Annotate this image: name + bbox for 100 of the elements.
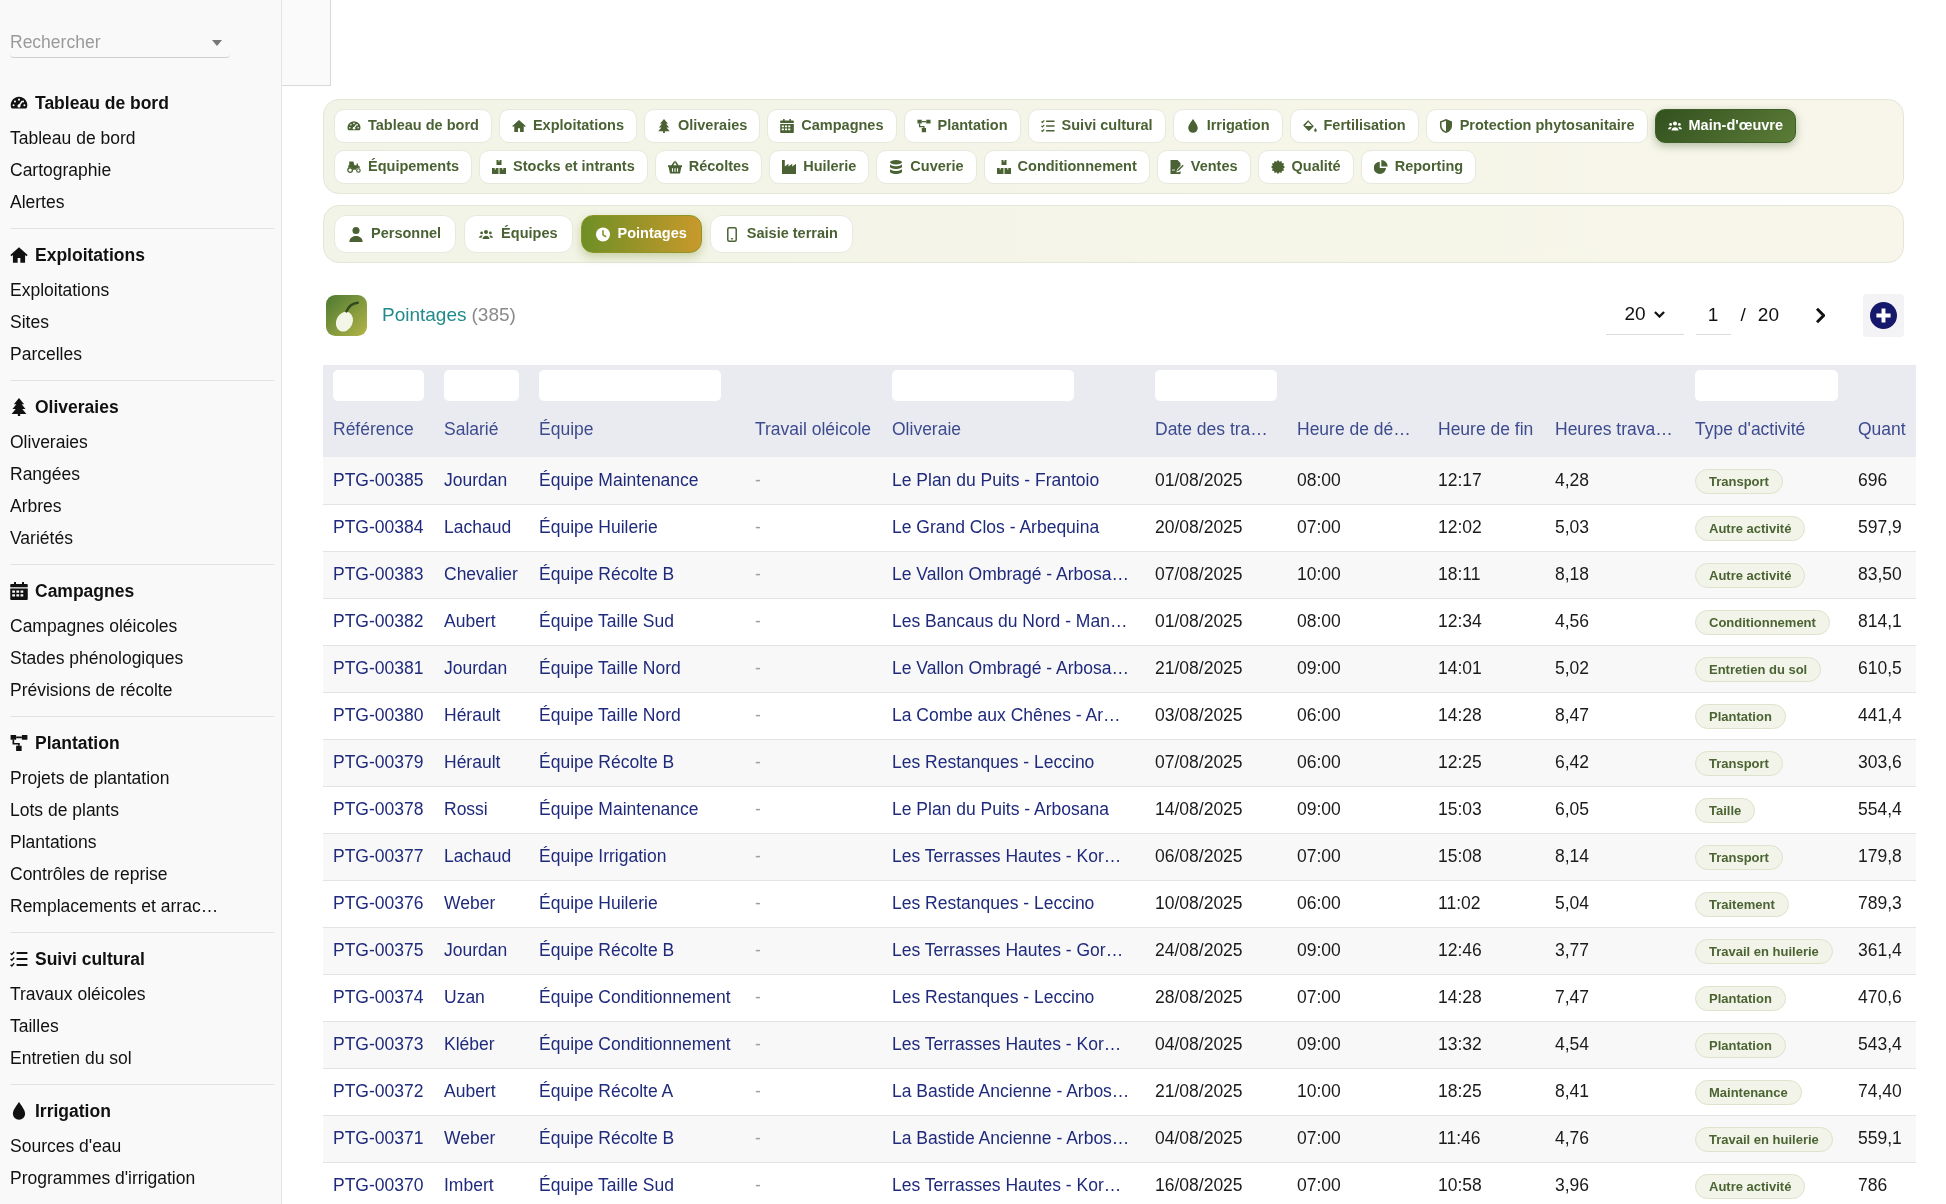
page-size-select[interactable]: 20	[1605, 295, 1684, 335]
sidebar-link[interactable]: Alertes	[10, 186, 65, 218]
sidebar-link[interactable]: Rangées	[10, 458, 81, 490]
reference-link[interactable]: PTG-00371	[333, 1128, 424, 1149]
team-link[interactable]: Équipe Récolte B	[539, 564, 675, 585]
employee-link[interactable]: Weber	[444, 1128, 496, 1149]
reference-link[interactable]: PTG-00379	[333, 752, 424, 773]
team-link[interactable]: Équipe Taille Nord	[539, 705, 681, 726]
sidebar-link[interactable]: Prévisions de récolte	[10, 674, 173, 706]
reference-link[interactable]: PTG-00375	[333, 940, 424, 961]
sidebar-link[interactable]: Tailles	[10, 1010, 59, 1042]
sidebar-link[interactable]: Travaux oléicoles	[10, 978, 146, 1010]
grove-link[interactable]: Les Restanques - Leccino	[892, 893, 1095, 914]
sidebar-link[interactable]: Campagnes oléicoles	[10, 610, 178, 642]
team-link[interactable]: Équipe Taille Sud	[539, 611, 674, 632]
employee-link[interactable]: Aubert	[444, 1081, 496, 1102]
module-tab[interactable]: Fertilisation	[1289, 109, 1419, 143]
team-link[interactable]: Équipe Récolte B	[539, 1128, 675, 1149]
team-link[interactable]: Équipe Récolte B	[539, 752, 675, 773]
module-tab[interactable]: Main-d'œuvre	[1654, 109, 1796, 143]
reference-link[interactable]: PTG-00382	[333, 611, 424, 632]
team-link[interactable]: Équipe Récolte A	[539, 1081, 674, 1102]
module-tab[interactable]: Plantation	[903, 109, 1021, 143]
reference-link[interactable]: PTG-00378	[333, 799, 424, 820]
sub-tab[interactable]: Équipes	[464, 215, 573, 253]
team-link[interactable]: Équipe Huilerie	[539, 893, 658, 914]
team-link[interactable]: Équipe Huilerie	[539, 517, 658, 538]
reference-link[interactable]: PTG-00373	[333, 1034, 424, 1055]
reference-link[interactable]: PTG-00374	[333, 987, 424, 1008]
team-link[interactable]: Équipe Conditionnement	[539, 1034, 731, 1055]
employee-link[interactable]: Jourdan	[444, 470, 508, 491]
sub-tab[interactable]: Saisie terrain	[709, 215, 853, 253]
grove-link[interactable]: Les Terrasses Hautes - Kor…	[892, 1034, 1122, 1055]
sidebar-link[interactable]: Oliveraies	[10, 426, 88, 458]
grove-link[interactable]: Le Grand Clos - Arbequina	[892, 517, 1100, 538]
grove-link[interactable]: Les Terrasses Hautes - Kor…	[892, 1175, 1122, 1196]
grove-link[interactable]: Le Vallon Ombragé - Arbosa…	[892, 658, 1130, 679]
next-page-button[interactable]	[1815, 306, 1825, 324]
reference-link[interactable]: PTG-00380	[333, 705, 424, 726]
module-tab[interactable]: Irrigation	[1172, 109, 1283, 143]
employee-link[interactable]: Hérault	[444, 752, 501, 773]
sidebar-link[interactable]: Sources d'eau	[10, 1130, 122, 1162]
module-tab[interactable]: Oliveraies	[643, 109, 761, 143]
add-button[interactable]	[1863, 293, 1904, 337]
employee-link[interactable]: Kléber	[444, 1034, 495, 1055]
grove-link[interactable]: Les Terrasses Hautes - Gor…	[892, 940, 1124, 961]
sidebar-link[interactable]: Remplacements et arrac…	[10, 890, 219, 922]
grove-link[interactable]: La Combe aux Chênes - Ar…	[892, 705, 1121, 726]
module-tab[interactable]: Exploitations	[498, 109, 637, 143]
employee-link[interactable]: Hérault	[444, 705, 501, 726]
reference-link[interactable]: PTG-00376	[333, 893, 424, 914]
module-tab[interactable]: Reporting	[1360, 150, 1477, 184]
employee-link[interactable]: Aubert	[444, 611, 496, 632]
sidebar-link[interactable]: Lots de plants	[10, 794, 119, 826]
module-tab[interactable]: Suivi cultural	[1027, 109, 1166, 143]
module-tab[interactable]: Tableau de bord	[334, 109, 492, 143]
sub-tab[interactable]: Personnel	[334, 215, 457, 253]
reference-link[interactable]: PTG-00381	[333, 658, 424, 679]
module-tab[interactable]: Récoltes	[654, 150, 763, 184]
employee-link[interactable]: Uzan	[444, 987, 485, 1008]
employee-link[interactable]: Rossi	[444, 799, 488, 820]
employee-link[interactable]: Jourdan	[444, 940, 508, 961]
module-tab[interactable]: Cuverie	[876, 150, 977, 184]
sidebar-link[interactable]: Programmes d'irrigation	[10, 1162, 196, 1194]
team-link[interactable]: Équipe Taille Nord	[539, 658, 681, 679]
grove-link[interactable]: Le Plan du Puits - Arbosana	[892, 799, 1109, 820]
module-tab[interactable]: Qualité	[1257, 150, 1354, 184]
module-tab[interactable]: Stocks et intrants	[479, 150, 648, 184]
reference-link[interactable]: PTG-00372	[333, 1081, 424, 1102]
module-tab[interactable]: Campagnes	[767, 109, 897, 143]
team-link[interactable]: Équipe Irrigation	[539, 846, 667, 867]
sidebar-link[interactable]: Entretien du sol	[10, 1042, 132, 1074]
employee-link[interactable]: Imbert	[444, 1175, 494, 1196]
sidebar-link[interactable]: Tableau de bord	[10, 122, 136, 154]
module-tab[interactable]: Huilerie	[769, 150, 870, 184]
module-tab[interactable]: Protection phytosanitaire	[1425, 109, 1648, 143]
module-tab[interactable]: Équipements	[334, 150, 473, 184]
grove-link[interactable]: Le Vallon Ombragé - Arbosa…	[892, 564, 1130, 585]
team-link[interactable]: Équipe Maintenance	[539, 470, 699, 491]
sidebar-link[interactable]: Variétés	[10, 522, 73, 554]
grove-link[interactable]: Les Restanques - Leccino	[892, 752, 1095, 773]
search-field[interactable]: Rechercher	[10, 27, 230, 58]
sidebar-link[interactable]: Arbres	[10, 490, 62, 522]
team-link[interactable]: Équipe Maintenance	[539, 799, 699, 820]
sidebar-link[interactable]: Contrôles de reprise	[10, 858, 168, 890]
grove-link[interactable]: Les Restanques - Leccino	[892, 987, 1095, 1008]
sidebar-link[interactable]: Sites	[10, 306, 49, 338]
sidebar-link[interactable]: Exploitations	[10, 274, 110, 306]
team-link[interactable]: Équipe Taille Sud	[539, 1175, 674, 1196]
reference-link[interactable]: PTG-00385	[333, 470, 424, 491]
reference-link[interactable]: PTG-00377	[333, 846, 424, 867]
grove-link[interactable]: La Bastide Ancienne - Arbos…	[892, 1128, 1130, 1149]
grove-link[interactable]: Le Plan du Puits - Frantoio	[892, 470, 1100, 491]
sidebar-link[interactable]: Projets de plantation	[10, 762, 170, 794]
employee-link[interactable]: Chevalier	[444, 564, 518, 585]
reference-link[interactable]: PTG-00370	[333, 1175, 424, 1196]
module-tab[interactable]: Ventes	[1156, 150, 1251, 184]
team-link[interactable]: Équipe Conditionnement	[539, 987, 731, 1008]
page-field[interactable]: 1	[1695, 295, 1731, 335]
grove-link[interactable]: Les Terrasses Hautes - Kor…	[892, 846, 1122, 867]
